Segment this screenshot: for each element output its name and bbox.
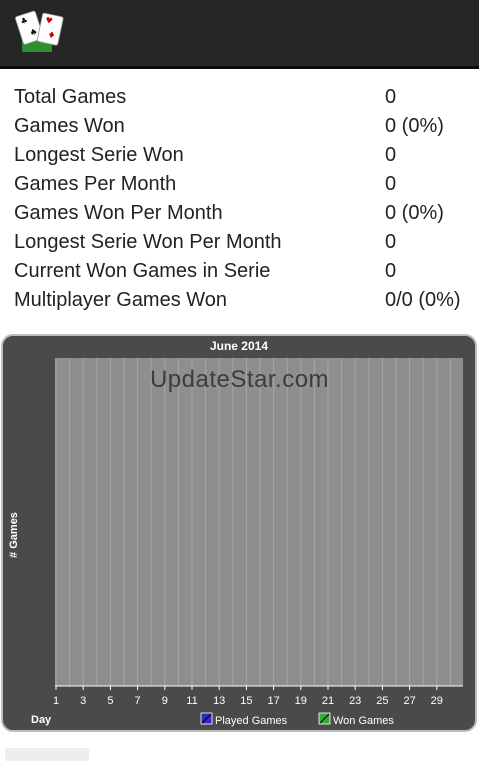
x-ticks: 1 3 5 7 9 11 13 15 17 19 21 23 25 27 29	[53, 686, 443, 707]
stat-label: Multiplayer Games Won	[14, 289, 228, 311]
chart-canvas: June 2014 1 3 5 7 9 11 13 15 17 19 21 23 25 27 29 # Ga…	[8, 339, 463, 727]
x-tick-label: 11	[186, 695, 197, 707]
stat-row-total-games: Total Games 0	[0, 86, 479, 115]
x-tick-label: 1	[53, 695, 59, 707]
stat-row-current-won-games-in-serie: Current Won Games in Serie 0	[0, 260, 479, 289]
bottom-tab[interactable]	[5, 748, 89, 761]
stat-value: 0	[385, 260, 397, 282]
stat-label: Games Won Per Month	[14, 202, 223, 224]
stat-label: Games Won	[14, 115, 125, 137]
x-tick-label: 17	[267, 695, 279, 707]
x-tick-label: 29	[431, 695, 443, 707]
watermark: UpdateStar.com	[149, 366, 330, 393]
legend: Played Games Won Games	[200, 712, 394, 727]
stat-value: 0	[385, 231, 397, 253]
x-tick-label: 19	[295, 695, 307, 707]
stat-label: Longest Serie Won	[14, 144, 184, 166]
stat-value: 0	[385, 144, 397, 166]
chart-title: June 2014	[210, 339, 268, 353]
stat-value: 0/0 (0%)	[385, 289, 461, 311]
x-tick-label: 5	[107, 695, 113, 707]
stat-value: 0 (0%)	[385, 115, 444, 137]
stat-label: Current Won Games in Serie	[14, 260, 271, 282]
stat-value: 0 (0%)	[385, 202, 444, 224]
x-tick-label: 9	[162, 695, 168, 707]
x-tick-label: 25	[376, 695, 388, 707]
stat-value: 0	[385, 173, 397, 195]
y-axis-label: # Games	[8, 512, 20, 558]
x-tick-label: 15	[240, 695, 252, 707]
stat-label: Games Per Month	[14, 173, 177, 195]
stat-row-multiplayer-games-won: Multiplayer Games Won 0/0 (0%)	[0, 289, 479, 318]
x-tick-label: 21	[322, 695, 334, 707]
stat-row-games-won-per-month: Games Won Per Month 0 (0%)	[0, 202, 479, 231]
stat-value: 0	[385, 86, 397, 108]
playing-cards-icon[interactable]: ♣ ♠ ♥ ♦	[14, 8, 70, 56]
stat-row-longest-serie-won-per-month: Longest Serie Won Per Month 0	[0, 231, 479, 260]
stat-row-longest-serie-won: Longest Serie Won 0	[0, 144, 479, 173]
x-tick-label: 13	[213, 695, 225, 707]
action-bar: ♣ ♠ ♥ ♦	[0, 0, 479, 69]
legend-won-label: Won Games	[333, 715, 394, 727]
stat-row-games-won: Games Won 0 (0%)	[0, 115, 479, 144]
x-tick-label: 7	[135, 695, 141, 707]
stat-label: Longest Serie Won Per Month	[14, 231, 282, 253]
legend-played-label: Played Games	[215, 715, 288, 727]
plot-area	[55, 358, 463, 686]
x-tick-label: 27	[403, 695, 415, 707]
x-axis-label: Day	[31, 714, 52, 726]
stat-label: Total Games	[14, 86, 127, 108]
stat-row-games-per-month: Games Per Month 0	[0, 173, 479, 202]
x-tick-label: 3	[80, 695, 86, 707]
x-tick-label: 23	[349, 695, 361, 707]
